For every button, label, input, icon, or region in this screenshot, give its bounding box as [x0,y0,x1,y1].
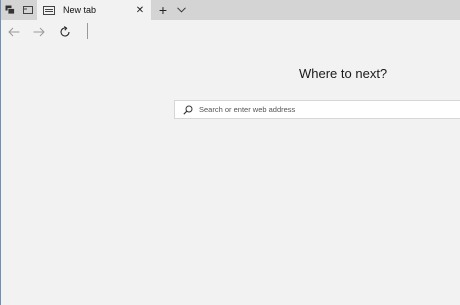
close-icon[interactable]: ✕ [133,3,147,17]
tab-strip: New tab ✕ + [1,0,460,20]
page-headline: Where to next? [299,66,388,81]
toolbar-divider [87,23,88,39]
chevron-down-icon[interactable] [173,0,189,20]
tab-title: New tab [63,5,97,15]
tab-preview-icon[interactable] [19,0,37,20]
search-box[interactable] [174,100,460,119]
tab-new-tab[interactable]: New tab ✕ [37,0,151,20]
new-tab-button[interactable]: + [155,0,171,20]
search-icon [182,104,194,116]
search-input[interactable] [199,105,439,114]
forward-arrow-icon[interactable] [29,22,49,42]
navigation-bar [1,20,460,44]
set-aside-tabs-icon[interactable] [1,0,19,20]
browser-window: New tab ✕ + Where to next? Search or ent… [0,0,460,305]
refresh-icon[interactable] [55,22,75,42]
back-arrow-icon[interactable] [4,22,24,42]
tab-page-icon [43,5,55,15]
